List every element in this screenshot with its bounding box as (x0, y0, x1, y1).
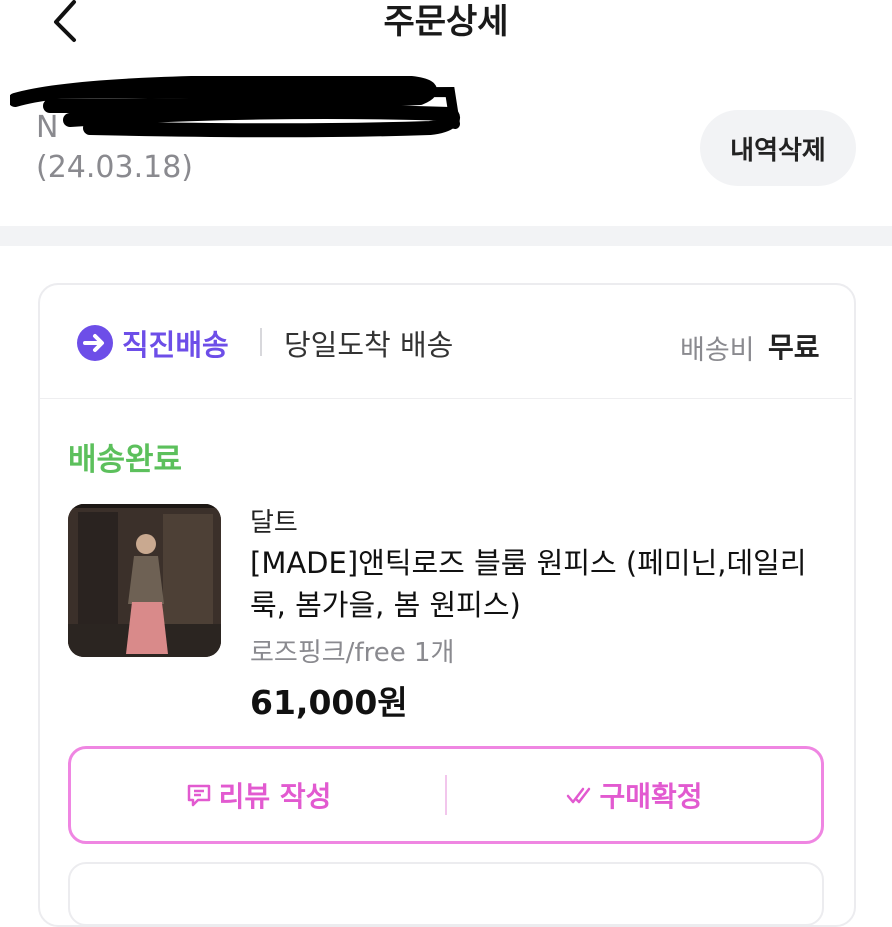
section-divider (0, 226, 892, 246)
card-divider (40, 398, 852, 399)
product-image[interactable] (68, 504, 221, 657)
shipping-type: 당일도착 배송 (284, 328, 454, 362)
confirm-purchase-label: 구매확정 (599, 780, 703, 813)
order-actions: 리뷰 작성 구매확정 (68, 746, 824, 844)
delivery-status: 배송완료 (68, 442, 183, 478)
next-section-box (68, 862, 824, 926)
order-number: N (36, 110, 59, 145)
product-option: 로즈핑크/free 1개 (250, 638, 455, 668)
redaction-scribble (10, 76, 461, 138)
shipping-separator (260, 328, 262, 356)
product-photo (68, 504, 221, 657)
shipping-fee-value: 무료 (768, 331, 820, 364)
brand-name[interactable]: 달트 (250, 502, 298, 539)
double-check-icon (567, 787, 591, 804)
product-price: 61,000원 (250, 683, 408, 722)
review-bubble-icon (187, 784, 210, 807)
write-review-button[interactable]: 리뷰 작성 (71, 749, 445, 841)
arrow-right-circle-icon (77, 325, 113, 361)
confirm-purchase-button[interactable]: 구매확정 (447, 749, 821, 841)
delete-history-button[interactable]: 내역삭제 (700, 110, 856, 186)
shipping-brand: 직진배송 (122, 328, 229, 362)
write-review-label: 리뷰 작성 (218, 780, 332, 813)
page-title: 주문상세 (383, 2, 509, 42)
order-date: (24.03.18) (36, 150, 194, 185)
shipping-fee-label: 배송비 (680, 335, 755, 366)
product-name[interactable]: [MADE]앤틱로즈 블룸 원피스 (페미닌,데일리룩, 봄가을, 봄 원피스) (250, 542, 840, 626)
